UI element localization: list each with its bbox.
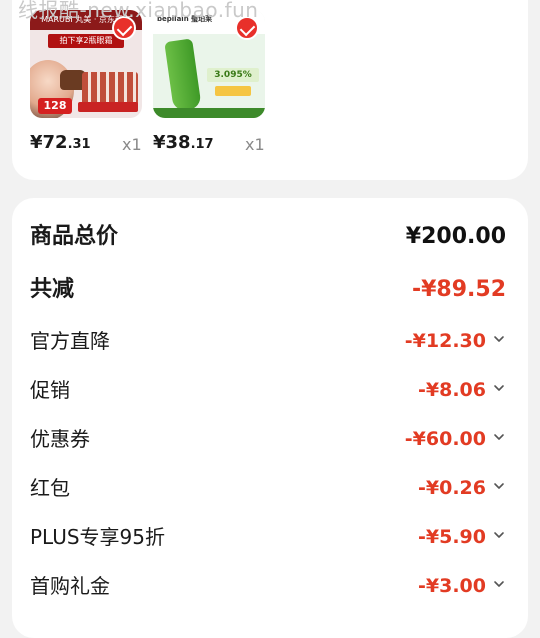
chevron-down-icon[interactable] bbox=[492, 430, 506, 444]
product-thumbnail-bepilain[interactable]: bepilain 璧珀莱 3.095% bbox=[153, 10, 265, 118]
eye-cream-tubes-image bbox=[82, 72, 138, 106]
product-image-price-tag: 128 bbox=[38, 98, 72, 114]
discount-value: -¥12.30 bbox=[404, 330, 486, 352]
chevron-down-icon[interactable] bbox=[492, 528, 506, 542]
product-quantity: x1 bbox=[122, 135, 142, 154]
watermark-text: 线报酷-new.xianbao.fun bbox=[18, 0, 259, 22]
total-price-value: ¥200.00 bbox=[405, 224, 506, 249]
total-reduction-value: -¥89.52 bbox=[411, 277, 506, 302]
product-thumbnail-marubi[interactable]: MARUBI 丸美 · 京东超市 拍下享2瓶眼霜 128 bbox=[30, 10, 142, 118]
discount-label: PLUS专享95折 bbox=[30, 525, 165, 549]
price-cents: .31 bbox=[67, 137, 91, 152]
product-price: ¥38.17 bbox=[153, 132, 214, 153]
total-price-label: 商品总价 bbox=[30, 224, 119, 249]
product-promo-chip bbox=[215, 86, 251, 96]
product-price: ¥72.31 bbox=[30, 132, 91, 153]
discount-value: -¥3.00 bbox=[418, 575, 486, 597]
discount-value: -¥8.06 bbox=[418, 379, 486, 401]
discount-label: 首购礼金 bbox=[30, 574, 110, 598]
price-cents: .17 bbox=[190, 137, 214, 152]
discount-label: 促销 bbox=[30, 378, 70, 402]
discount-row-promotion[interactable]: 促销 -¥8.06 bbox=[30, 375, 506, 405]
total-price-row: 商品总价 ¥200.00 bbox=[30, 222, 506, 252]
discount-value: -¥60.00 bbox=[404, 428, 486, 450]
discount-label: 官方直降 bbox=[30, 329, 110, 353]
chevron-down-icon[interactable] bbox=[492, 332, 506, 346]
product-percent-label: 3.095% bbox=[207, 68, 259, 82]
chevron-down-icon[interactable] bbox=[492, 479, 506, 493]
discount-label: 红包 bbox=[30, 476, 70, 500]
chevron-down-icon[interactable] bbox=[492, 381, 506, 395]
product-image-footer bbox=[78, 102, 138, 112]
cleanser-tube-image bbox=[164, 38, 202, 112]
discount-row-coupon[interactable]: 优惠券 -¥60.00 bbox=[30, 424, 506, 454]
discount-value: -¥0.26 bbox=[418, 477, 486, 499]
price-summary-card: 商品总价 ¥200.00 共减 -¥89.52 官方直降 -¥12.30 促销 … bbox=[12, 198, 528, 638]
discount-label: 优惠券 bbox=[30, 427, 90, 451]
product-promo-banner: 拍下享2瓶眼霜 bbox=[48, 34, 124, 48]
discount-value: -¥5.90 bbox=[418, 526, 486, 548]
discount-row-plus[interactable]: PLUS专享95折 -¥5.90 bbox=[30, 522, 506, 552]
products-card: MARUBI 丸美 · 京东超市 拍下享2瓶眼霜 128 bepilain 璧珀… bbox=[12, 0, 528, 180]
price-yuan: ¥72 bbox=[30, 132, 68, 153]
discount-row-first-purchase[interactable]: 首购礼金 -¥3.00 bbox=[30, 571, 506, 601]
product-image-footer bbox=[153, 108, 265, 118]
total-reduction-row: 共减 -¥89.52 bbox=[30, 275, 506, 305]
product-quantity: x1 bbox=[245, 135, 265, 154]
discount-row-official[interactable]: 官方直降 -¥12.30 bbox=[30, 326, 506, 356]
chevron-down-icon[interactable] bbox=[492, 577, 506, 591]
discount-row-red-packet[interactable]: 红包 -¥0.26 bbox=[30, 473, 506, 503]
total-reduction-label: 共减 bbox=[30, 277, 75, 302]
price-yuan: ¥38 bbox=[153, 132, 191, 153]
